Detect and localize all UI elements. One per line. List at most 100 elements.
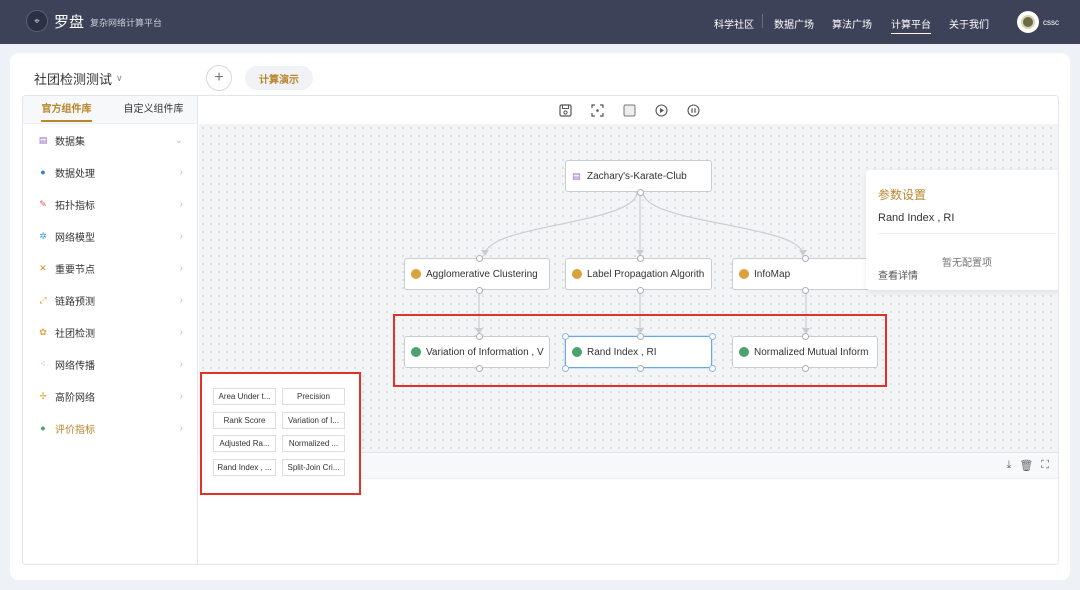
output-port[interactable] [637, 287, 644, 294]
edge [642, 191, 804, 255]
user-name[interactable]: cssc [1043, 18, 1059, 27]
tab-official-components[interactable]: 官方组件库 [23, 96, 110, 124]
params-selected-node: Rand Index , RI [878, 212, 955, 224]
download-icon[interactable]: ⤓ [1006, 459, 1011, 472]
output-port[interactable] [476, 287, 483, 294]
chevron-down-icon: ∨ [116, 73, 123, 83]
chevron-right-icon: › [179, 390, 183, 402]
edge [484, 191, 638, 255]
higher-order-icon: ✢ [39, 390, 47, 401]
output-port[interactable] [637, 189, 644, 196]
chevron-right-icon: › [179, 262, 183, 274]
compass-logo-icon: ⌖ [26, 10, 48, 32]
dataset-icon: ▤ [572, 170, 581, 181]
play-icon[interactable] [654, 103, 668, 117]
metric-item[interactable]: Rand Index , ... [213, 459, 276, 476]
community-detection-icon: ✿ [39, 326, 47, 337]
node-infomap[interactable]: InfoMap [732, 258, 878, 290]
dataset-icon: ▤ [38, 134, 48, 145]
link-prediction-icon: ⤢ [39, 294, 47, 305]
chevron-right-icon: › [179, 326, 183, 338]
fullscreen-icon[interactable]: ⛶ [1041, 459, 1049, 472]
sidebar-item-label: 链路预测 [55, 296, 95, 308]
important-node-icon: ✕ [39, 262, 47, 273]
topology-icon: ✎ [39, 198, 47, 209]
top-bar: ⌖ 罗盘 复杂网络计算平台 科学社区 数据广场 算法广场 计算平台 关于我们 c… [0, 0, 1080, 44]
output-port[interactable] [802, 287, 809, 294]
sidebar-tabs: 官方组件库 自定义组件库 [23, 96, 197, 124]
sidebar-item-network-spread[interactable]: ⁖ 网络传播 › [23, 348, 197, 380]
metric-item[interactable]: Area Under t... [213, 388, 276, 405]
node-label: Zachary's-Karate-Club [587, 170, 687, 182]
trash-icon[interactable]: 🗑 [1019, 459, 1033, 472]
sidebar-item-dataset[interactable]: ▤ 数据集 ⌄ [23, 124, 197, 156]
project-selector[interactable]: 社团检测测试 ∨ [34, 69, 123, 88]
community-detection-icon [739, 269, 749, 279]
metric-item[interactable]: Variation of I... [282, 412, 345, 429]
nav-about-us[interactable]: 关于我们 [949, 16, 989, 31]
chevron-right-icon: › [179, 166, 183, 178]
metric-item[interactable]: Adjusted Ra... [213, 435, 276, 452]
component-sidebar: 官方组件库 自定义组件库 ▤ 数据集 ⌄ ● 数据处理 › ✎ 拓扑指标 › ✲… [23, 96, 198, 564]
fit-screen-icon[interactable] [590, 103, 604, 117]
nav-algorithm-square[interactable]: 算法广场 [832, 16, 872, 31]
chevron-down-icon: ⌄ [174, 134, 183, 146]
sidebar-item-link-prediction[interactable]: ⤢ 链路预测 › [23, 284, 197, 316]
nav-science-community[interactable]: 科学社区 [714, 16, 754, 31]
sidebar-item-higher-order[interactable]: ✢ 高阶网络 › [23, 380, 197, 412]
stop-icon[interactable] [622, 103, 636, 117]
node-label: Agglomerative Clustering [426, 268, 538, 280]
sidebar-item-label: 社团检测 [55, 328, 95, 340]
sidebar-item-label: 网络传播 [55, 360, 95, 372]
input-port[interactable] [802, 255, 809, 262]
chevron-right-icon: › [179, 358, 183, 370]
nav-data-square[interactable]: 数据广场 [774, 16, 814, 31]
node-label: Label Propagation Algorith [587, 268, 705, 280]
sidebar-item-network-model[interactable]: ✲ 网络模型 › [23, 220, 197, 252]
sidebar-item-data-processing[interactable]: ● 数据处理 › [23, 156, 197, 188]
pause-icon[interactable] [686, 103, 700, 117]
add-button[interactable]: + [206, 65, 232, 91]
data-processing-icon: ● [40, 167, 46, 177]
sidebar-item-community-detection[interactable]: ✿ 社团检测 › [23, 316, 197, 348]
sidebar-item-topology[interactable]: ✎ 拓扑指标 › [23, 188, 197, 220]
brand-name: 罗盘 [54, 12, 85, 31]
node-label-propagation[interactable]: Label Propagation Algorith [565, 258, 712, 290]
node-dataset[interactable]: ▤ Zachary's-Karate-Club [565, 160, 712, 192]
avatar[interactable] [1017, 11, 1039, 33]
params-empty-text: 暂无配置项 [942, 258, 992, 269]
user-avatar-icon [1021, 15, 1035, 29]
metric-item[interactable]: Normalized ... [282, 435, 345, 452]
view-details-link[interactable]: 查看详情 [878, 267, 918, 282]
sidebar-item-label: 数据处理 [55, 168, 95, 180]
highlight-box [393, 314, 887, 387]
sidebar-item-evaluation[interactable]: ● 评价指标 › [23, 412, 197, 444]
nav-separator [762, 14, 763, 28]
sidebar-item-label: 高阶网络 [55, 392, 95, 404]
sidebar-item-important-node[interactable]: ✕ 重要节点 › [23, 252, 197, 284]
project-title: 社团检测测试 [34, 72, 113, 87]
network-model-icon: ✲ [39, 230, 47, 241]
save-icon[interactable] [558, 103, 572, 117]
params-title: 参数设置 [878, 188, 927, 202]
sidebar-item-label: 重要节点 [55, 264, 95, 276]
sidebar-item-label: 评价指标 [55, 424, 95, 436]
canvas-toolbar [199, 96, 1058, 124]
arrow-head-icon [481, 250, 489, 256]
input-port[interactable] [476, 255, 483, 262]
community-detection-icon [411, 269, 421, 279]
chevron-right-icon: › [179, 422, 183, 434]
chevron-right-icon: › [179, 294, 183, 306]
tab-custom-components[interactable]: 自定义组件库 [110, 96, 197, 124]
chevron-right-icon: › [179, 230, 183, 242]
metric-item[interactable]: Precision [282, 388, 345, 405]
input-port[interactable] [637, 255, 644, 262]
nav-compute-platform[interactable]: 计算平台 [891, 16, 931, 34]
compute-demo-button[interactable]: 计算演示 [245, 66, 313, 90]
metric-item[interactable]: Rank Score [213, 412, 276, 429]
chevron-right-icon: › [179, 198, 183, 210]
sidebar-item-label: 数据集 [55, 136, 85, 148]
metric-item[interactable]: Split-Join Cri... [282, 459, 345, 476]
logo[interactable]: ⌖ 罗盘 复杂网络计算平台 [26, 10, 162, 32]
node-agglomerative-clustering[interactable]: Agglomerative Clustering [404, 258, 550, 290]
